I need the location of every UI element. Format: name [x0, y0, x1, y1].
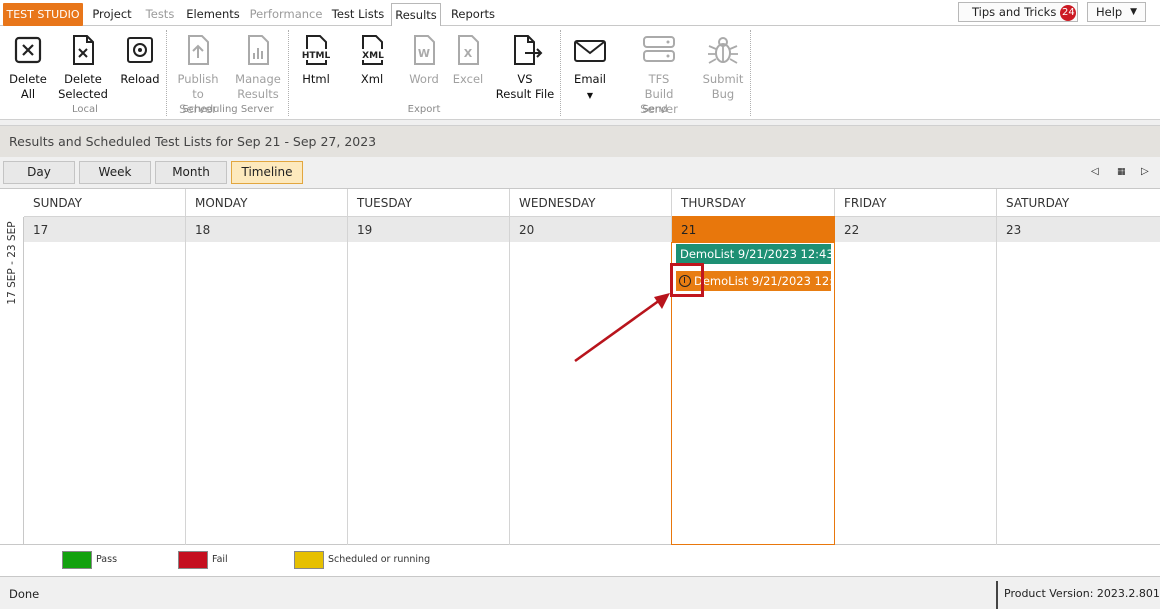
tips-and-tricks-button[interactable]: Tips and Tricks 24	[958, 2, 1078, 22]
chevron-down-icon: ▼	[1130, 7, 1137, 17]
view-week-button[interactable]: Week	[79, 161, 151, 184]
day-number[interactable]: 23	[997, 216, 1160, 242]
manage-results-icon	[248, 35, 269, 65]
menu-bar: TEST STUDIO Project Tests Elements Perfo…	[0, 0, 1160, 27]
email-icon	[574, 40, 606, 62]
tips-label: Tips and Tricks	[972, 5, 1057, 19]
day-header-friday: FRIDAY	[835, 189, 997, 216]
view-day-button[interactable]: Day	[3, 161, 75, 184]
tab-test-lists[interactable]: Test Lists	[329, 3, 387, 26]
legend-swatch	[294, 551, 324, 569]
export-html-button[interactable]: HTML Html	[294, 32, 338, 87]
day-number-today[interactable]: 21	[672, 216, 835, 242]
group-label-local: Local	[72, 104, 98, 115]
day-number[interactable]: 19	[348, 216, 510, 242]
day-header-sunday: SUNDAY	[24, 189, 186, 216]
svg-text:XML: XML	[362, 51, 384, 61]
day-number[interactable]: 17	[24, 216, 186, 242]
results-header: Results and Scheduled Test Lists for Sep…	[0, 125, 1160, 157]
legend-scheduled: Scheduled or running	[294, 551, 430, 569]
bug-icon	[708, 37, 738, 64]
result-event-pass[interactable]: DemoList 9/21/2023 12:43 PM	[675, 243, 832, 265]
ribbon-separator	[288, 30, 289, 116]
reload-button[interactable]: Reload	[118, 32, 162, 87]
tab-elements[interactable]: Elements	[183, 3, 243, 26]
view-switcher: Day Week Month Timeline ◁ ▦ ▷	[0, 157, 1160, 188]
week-range-label: 17 SEP - 23 SEP	[0, 217, 24, 545]
svg-text:HTML: HTML	[302, 51, 331, 61]
export-word-button[interactable]: W Word	[402, 32, 446, 87]
help-button[interactable]: Help ▼	[1087, 2, 1146, 22]
tab-test-studio[interactable]: TEST STUDIO	[3, 3, 83, 26]
legend-pass: Pass	[62, 551, 117, 569]
ribbon-separator	[166, 30, 167, 116]
day-number[interactable]: 22	[835, 216, 997, 242]
chevron-down-icon: ▼	[586, 91, 594, 100]
email-button[interactable]: Email ▼	[568, 32, 612, 103]
view-month-button[interactable]: Month	[155, 161, 227, 184]
product-version: Product Version: 2023.2.801.1	[996, 581, 1160, 609]
html-icon: HTML	[301, 35, 331, 65]
group-label-export: Export	[407, 104, 441, 115]
annotation-arrow	[574, 293, 670, 363]
tips-count-badge: 24	[1060, 5, 1077, 21]
day-cell-tuesday[interactable]	[348, 242, 510, 545]
delete-all-button[interactable]: Delete All	[6, 32, 50, 102]
status-legend: Pass Fail Scheduled or running	[0, 545, 1160, 577]
day-cell-monday[interactable]	[186, 242, 348, 545]
reload-icon	[127, 37, 153, 63]
legend-fail: Fail	[178, 551, 228, 569]
day-header-monday: MONDAY	[186, 189, 348, 216]
svg-text:W: W	[418, 47, 430, 60]
group-label-send: Send	[642, 104, 668, 115]
help-label: Help	[1096, 5, 1123, 19]
group-label-scheduling: Scheduling Server	[182, 104, 274, 115]
day-cell-sunday[interactable]	[24, 242, 186, 545]
delete-all-icon	[14, 36, 42, 64]
day-header-saturday: SATURDAY	[1006, 196, 1070, 210]
excel-icon: X	[458, 35, 479, 65]
legend-swatch	[178, 551, 208, 569]
ribbon-separator	[750, 30, 751, 116]
tfs-icon	[643, 36, 675, 62]
ribbon: Delete All Delete Selected Reload Local …	[0, 26, 1160, 120]
export-vs-result-file-button[interactable]: VS Result File	[494, 32, 556, 102]
submit-bug-button[interactable]: Submit Bug	[700, 32, 746, 102]
export-xml-button[interactable]: XML Xml	[350, 32, 394, 87]
tab-performance[interactable]: Performance	[248, 3, 324, 26]
tab-tests[interactable]: Tests	[140, 3, 180, 26]
day-header-thursday: THURSDAY	[672, 189, 835, 216]
day-header-wednesday: WEDNESDAY	[510, 189, 672, 216]
view-timeline-button[interactable]: Timeline	[231, 161, 303, 184]
previous-icon[interactable]: ◁	[1091, 166, 1099, 177]
xml-icon: XML	[360, 35, 386, 65]
svg-text:X: X	[464, 47, 473, 60]
tab-project[interactable]: Project	[86, 3, 138, 26]
day-number[interactable]: 18	[186, 216, 348, 242]
today-icon[interactable]: ▦	[1117, 167, 1126, 177]
page-title: Results and Scheduled Test Lists for Sep…	[9, 134, 377, 149]
tab-results[interactable]: Results	[391, 3, 441, 27]
legend-swatch	[62, 551, 92, 569]
tab-reports[interactable]: Reports	[446, 3, 500, 26]
publish-icon	[188, 35, 209, 65]
delete-selected-button[interactable]: Delete Selected	[58, 32, 108, 102]
ribbon-separator	[560, 30, 561, 116]
status-bar: Done Product Version: 2023.2.801.1	[0, 578, 1160, 609]
day-cell-saturday[interactable]	[997, 242, 1160, 545]
day-header-tuesday: TUESDAY	[348, 189, 510, 216]
export-excel-button[interactable]: X Excel	[448, 32, 488, 87]
status-text: Done	[9, 587, 40, 601]
day-cell-friday[interactable]	[835, 242, 997, 545]
word-icon: W	[414, 35, 435, 65]
day-number[interactable]: 20	[510, 216, 672, 242]
next-icon[interactable]: ▷	[1141, 166, 1149, 177]
delete-selected-icon	[73, 35, 94, 65]
vs-result-file-icon	[514, 35, 543, 65]
manage-results-button[interactable]: Manage Results	[232, 32, 284, 102]
